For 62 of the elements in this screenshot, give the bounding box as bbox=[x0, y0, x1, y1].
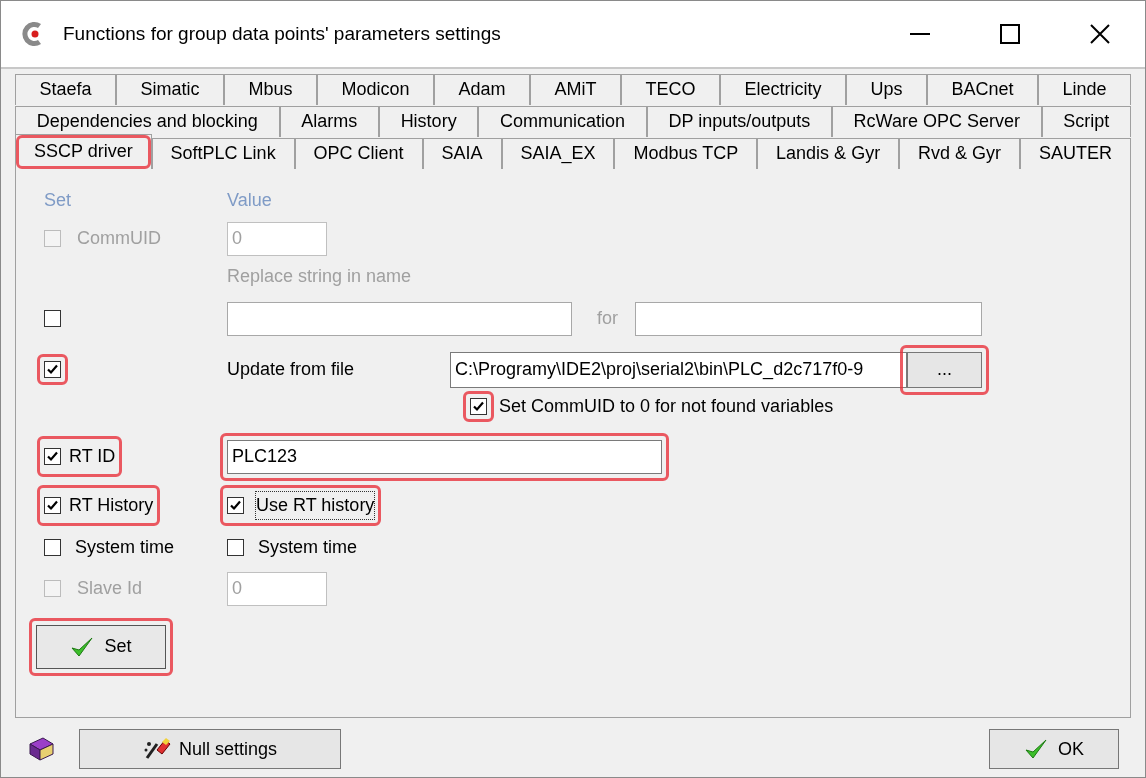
checkbox[interactable] bbox=[44, 310, 61, 328]
tab[interactable]: RcWare OPC Server bbox=[831, 105, 1042, 137]
checkbox[interactable] bbox=[227, 497, 244, 515]
for-label: for bbox=[597, 307, 619, 331]
tab[interactable]: Dependencies and blocking bbox=[15, 105, 280, 137]
tab[interactable]: Alarms bbox=[279, 105, 379, 137]
browse-button[interactable]: ... bbox=[907, 351, 982, 388]
checkmark-icon bbox=[70, 635, 95, 658]
tab[interactable]: SAUTER bbox=[1020, 137, 1131, 169]
set-button[interactable]: Set bbox=[36, 624, 166, 669]
tab[interactable]: Landis & Gyr bbox=[757, 137, 900, 169]
column-header: Set bbox=[44, 188, 73, 211]
tab[interactable]: Mbus bbox=[224, 73, 317, 105]
tab[interactable]: History bbox=[378, 105, 479, 137]
tab[interactable]: AMiT bbox=[530, 73, 621, 105]
tab[interactable]: Linde bbox=[1037, 73, 1131, 105]
rt-id-field[interactable]: PLC123 bbox=[227, 439, 662, 474]
tab[interactable]: Simatic bbox=[116, 73, 224, 105]
checkbox[interactable] bbox=[44, 448, 61, 466]
section-label: Replace string in name bbox=[227, 265, 412, 289]
checkbox[interactable] bbox=[44, 497, 61, 515]
tab[interactable]: Modicon bbox=[317, 73, 434, 105]
checkbox-label: System time bbox=[75, 536, 175, 560]
tab[interactable]: DP inputs/outputs bbox=[646, 105, 832, 137]
checkbox-label: RT History bbox=[69, 494, 154, 518]
ok-button[interactable]: OK bbox=[989, 729, 1119, 770]
checkbox-label: Set CommUID to 0 for not found variables bbox=[499, 395, 834, 419]
checkbox-label: Use RT history bbox=[256, 492, 375, 520]
column-header: Value bbox=[227, 188, 272, 211]
close-icon bbox=[1090, 24, 1110, 44]
tab[interactable]: BACnet bbox=[926, 73, 1038, 105]
checkbox[interactable] bbox=[44, 539, 61, 557]
checkbox[interactable] bbox=[470, 398, 487, 416]
tab[interactable]: Staefa bbox=[15, 73, 116, 105]
tab[interactable]: Script bbox=[1041, 105, 1132, 137]
checkbox-label: RT ID bbox=[69, 445, 116, 469]
replace-field[interactable] bbox=[635, 301, 982, 336]
checkbox[interactable] bbox=[44, 361, 61, 379]
maximize-icon bbox=[1000, 24, 1020, 44]
checkmark-icon bbox=[1024, 738, 1048, 761]
find-field[interactable] bbox=[227, 301, 572, 336]
tab[interactable]: Ups bbox=[845, 73, 927, 105]
tab[interactable]: Modbus TCP bbox=[614, 137, 758, 169]
null-settings-button[interactable]: Null settings bbox=[79, 729, 341, 770]
file-path-field[interactable]: C:\Programy\IDE2\proj\serial2\bin\PLC_d2c717f0-9 bbox=[450, 351, 907, 388]
tab[interactable]: Electricity bbox=[719, 73, 846, 105]
checkbox[interactable] bbox=[227, 539, 244, 557]
tab[interactable]: OPC Client bbox=[294, 137, 423, 169]
checkbox-label: CommUID bbox=[77, 227, 161, 251]
field-label: Update from file bbox=[227, 358, 356, 382]
tab[interactable]: TECO bbox=[620, 73, 720, 105]
checkbox-label: System time bbox=[258, 536, 358, 560]
tab[interactable]: Communication bbox=[478, 105, 647, 137]
tab[interactable]: SAIA bbox=[422, 137, 502, 169]
tab[interactable]: Rvd & Gyr bbox=[899, 137, 1021, 169]
tab[interactable]: SSCP driver bbox=[15, 133, 152, 169]
minimize-icon bbox=[910, 33, 930, 35]
tab[interactable]: Adam bbox=[434, 73, 530, 105]
tab[interactable]: SAIA_EX bbox=[501, 137, 615, 169]
checkbox-label: Slave Id bbox=[77, 577, 143, 601]
window-title: Functions for group data points' parameters settings bbox=[63, 21, 501, 46]
tab[interactable]: SoftPLC Link bbox=[151, 137, 295, 169]
